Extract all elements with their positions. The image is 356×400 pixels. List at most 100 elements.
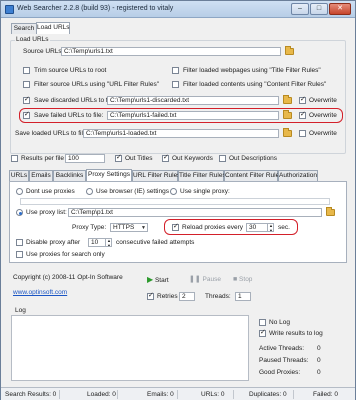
- tab-urls[interactable]: URLs: [9, 170, 29, 181]
- filter-content-checkbox[interactable]: [172, 81, 179, 88]
- status-urls: URLs: 0: [201, 391, 225, 398]
- tab-authorization[interactable]: Authorization: [278, 170, 318, 181]
- tab-url-filter-rules[interactable]: URL Filter Rules: [132, 170, 180, 181]
- save-failed-checkbox[interactable]: [23, 110, 30, 119]
- search-only-checkbox[interactable]: [16, 251, 23, 258]
- single-proxy-input[interactable]: [20, 198, 330, 205]
- start-button[interactable]: ▶ Start: [147, 274, 169, 286]
- tab-search[interactable]: Search: [11, 23, 37, 34]
- tab-backlinks[interactable]: Backlinks: [53, 170, 86, 181]
- website-link[interactable]: www.optinsoft.com: [13, 289, 67, 297]
- threads-input[interactable]: 1: [235, 292, 251, 301]
- loaded-folder-icon[interactable]: [283, 128, 292, 137]
- trim-checkbox[interactable]: [23, 67, 30, 74]
- window-title: Web Searcher 2.2.8 (build 93) - register…: [17, 5, 174, 12]
- out-descriptions-label: Out Descriptions: [229, 155, 278, 162]
- overwrite-loaded-checkbox[interactable]: [299, 130, 306, 137]
- save-discarded-input[interactable]: C:\Temp\urls1-discarded.txt: [107, 96, 279, 105]
- use-single-proxy-radio[interactable]: [170, 188, 177, 195]
- good-proxies-label: Good Proxies:: [259, 369, 301, 376]
- filter-title-label: Filter loaded webpages using "Title Filt…: [183, 67, 321, 74]
- reload-interval-input[interactable]: 30: [246, 223, 274, 232]
- disable-proxy-label: Disable proxy after: [26, 239, 81, 246]
- write-results-label: Write results to log: [269, 330, 323, 337]
- use-proxy-list-radio[interactable]: [16, 209, 23, 216]
- save-failed-input[interactable]: C:\Temp\urls1-failed.txt: [107, 111, 279, 120]
- retries-checkbox[interactable]: [147, 291, 154, 300]
- filter-title-checkbox[interactable]: [172, 67, 179, 74]
- reload-unit-label: sec.: [278, 224, 290, 231]
- retries-input[interactable]: 2: [179, 292, 195, 301]
- disable-proxy-input[interactable]: 10: [88, 238, 112, 247]
- overwrite-failed-checkbox[interactable]: [299, 110, 306, 119]
- use-proxy-list-label: Use proxy list:: [26, 209, 67, 216]
- pause-label: Pause: [202, 276, 221, 283]
- tab-content-filter-rules[interactable]: Content Filter Rules: [224, 170, 282, 181]
- reload-spin-icon[interactable]: [267, 224, 273, 231]
- failed-folder-icon[interactable]: [283, 110, 292, 119]
- dont-use-proxies-label: Dont use proxies: [26, 188, 75, 195]
- use-browser-radio[interactable]: [86, 188, 93, 195]
- discarded-folder-icon[interactable]: [283, 95, 292, 104]
- tab-emails[interactable]: Emails: [29, 170, 53, 181]
- save-loaded-label: Save loaded URLs to file:: [15, 130, 89, 137]
- paused-threads-label: Paused Threads:: [259, 357, 309, 364]
- no-log-checkbox[interactable]: [259, 319, 266, 326]
- overwrite-loaded-label: Overwrite: [309, 130, 337, 137]
- stop-icon: ■: [233, 276, 238, 283]
- disable-proxy-suffix: consecutive failed attempts: [116, 239, 195, 246]
- source-folder-icon[interactable]: [285, 46, 294, 55]
- app-icon: [5, 5, 14, 14]
- close-button[interactable]: ✕: [329, 3, 351, 15]
- out-descriptions-checkbox[interactable]: [219, 155, 226, 162]
- results-per-file-checkbox[interactable]: [11, 155, 18, 162]
- use-single-proxy-label: Use single proxy:: [180, 188, 230, 195]
- save-failed-label: Save failed URLs to file:: [34, 112, 104, 119]
- main-panel: Load URLs Source URLs: C:\Temp\urls1.txt…: [7, 34, 349, 388]
- proxy-list-input[interactable]: C:\Temp\p1.txt: [68, 208, 322, 217]
- disable-proxy-checkbox[interactable]: [16, 239, 23, 246]
- active-threads-label: Active Threads:: [259, 345, 305, 352]
- website-link-text[interactable]: www.optinsoft.com: [13, 289, 67, 296]
- tab-title-filter-rules[interactable]: Title Filter Rules: [178, 170, 226, 181]
- use-browser-label: Use browser (IE) settings: [96, 188, 169, 195]
- out-titles-label: Out Titles: [125, 155, 153, 162]
- reload-proxies-checkbox[interactable]: [172, 222, 179, 231]
- play-icon: ▶: [147, 275, 154, 284]
- disable-spin-icon[interactable]: [105, 239, 111, 246]
- proxy-list-folder-icon[interactable]: [326, 207, 335, 216]
- tab-proxy-settings[interactable]: Proxy Settings: [86, 169, 132, 181]
- pause-button[interactable]: ❚❚ Pause: [189, 274, 221, 286]
- save-discarded-checkbox[interactable]: [23, 95, 30, 104]
- save-loaded-input[interactable]: C:\Temp\urls1-loaded.txt: [83, 129, 279, 138]
- no-log-label: No Log: [269, 319, 290, 326]
- out-titles-checkbox[interactable]: [115, 153, 122, 162]
- minimize-button[interactable]: –: [291, 3, 309, 15]
- tab-load-urls[interactable]: Load URLs: [36, 22, 70, 34]
- out-keywords-label: Out Keywords: [172, 155, 213, 162]
- search-only-label: Use proxies for search only: [26, 251, 105, 258]
- write-results-checkbox[interactable]: [259, 328, 266, 337]
- filter-url-rules-checkbox[interactable]: [23, 81, 30, 88]
- disable-proxy-value: 10: [91, 239, 99, 246]
- out-keywords-checkbox[interactable]: [162, 153, 169, 162]
- overwrite-discarded-checkbox[interactable]: [299, 95, 306, 104]
- proxy-type-select[interactable]: HTTPS ▼: [110, 223, 148, 232]
- results-per-file-input[interactable]: 100: [65, 154, 105, 163]
- status-separator: [117, 390, 118, 399]
- filter-url-rules-label: Filter source URLs using "URL Filter Rul…: [34, 81, 160, 88]
- status-bar: Search Results: 0 Loaded: 0 Emails: 0 UR…: [1, 387, 355, 400]
- stop-label: Stop: [239, 276, 253, 283]
- app-window: Web Searcher 2.2.8 (build 93) - register…: [0, 0, 356, 400]
- paused-threads-value: 0: [317, 357, 321, 364]
- status-separator: [233, 390, 234, 399]
- log-textarea[interactable]: [11, 315, 249, 381]
- status-separator: [293, 390, 294, 399]
- overwrite-discarded-label: Overwrite: [309, 97, 337, 104]
- source-urls-input[interactable]: C:\Temp\urls1.txt: [61, 47, 281, 56]
- good-proxies-value: 0: [317, 369, 321, 376]
- reload-interval-value: 30: [249, 224, 257, 231]
- dont-use-proxies-radio[interactable]: [16, 188, 23, 195]
- maximize-button[interactable]: □: [310, 3, 328, 15]
- stop-button[interactable]: ■ Stop: [233, 274, 252, 286]
